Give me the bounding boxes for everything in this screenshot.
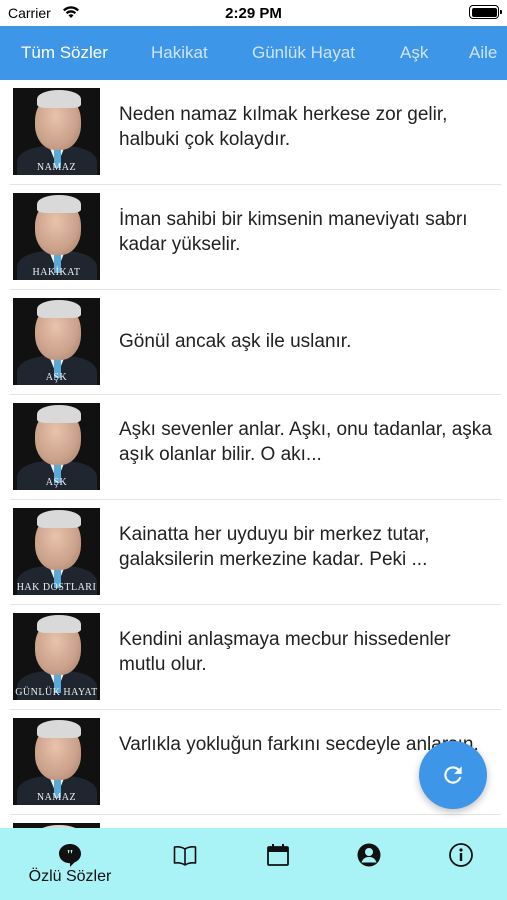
svg-text:": "	[66, 848, 74, 863]
quote-text: Neden namaz kılmak herkese zor gelir, ha…	[119, 104, 448, 150]
list-item[interactable]	[0, 815, 507, 828]
tabbar-item-book[interactable]	[134, 828, 235, 900]
tab-aile[interactable]: Aile	[469, 26, 497, 80]
list-item[interactable]: AŞK Gönül ancak aşk ile uslanır.	[0, 290, 507, 395]
thumbnail-caption: HAKİKAT	[32, 267, 81, 278]
bottom-tab-bar: " Özlü Sözler	[0, 828, 507, 900]
quote-text: İman sahibi bir kimsenin maneviyatı sabr…	[119, 209, 468, 255]
tabbar-item-calendar[interactable]	[227, 828, 328, 900]
info-icon	[448, 843, 473, 867]
tabbar-item-ozlu-sozler[interactable]: "	[19, 828, 120, 900]
quote-thumbnail: HAK DOSTLARI	[13, 508, 100, 595]
list-item[interactable]: HAK DOSTLARI Kainatta her uyduyu bir mer…	[0, 500, 507, 605]
quote-text: Kendini anlaşmaya mecbur hissedenler mut…	[119, 629, 451, 675]
calendar-icon	[266, 844, 289, 866]
tab-gunluk-hayat[interactable]: Günlük Hayat	[252, 26, 355, 80]
quote-thumbnail: HAKİKAT	[13, 193, 100, 280]
book-icon	[173, 846, 196, 866]
quote-text: Gönül ancak aşk ile uslanır.	[119, 331, 352, 352]
refresh-button[interactable]	[419, 741, 487, 809]
person-icon	[357, 843, 380, 867]
tab-hakikat[interactable]: Hakikat	[151, 26, 208, 80]
refresh-icon	[444, 766, 462, 784]
list-item[interactable]: NAMAZ Neden namaz kılmak herkese zor gel…	[0, 80, 507, 185]
list-item[interactable]: AŞK Aşkı sevenler anlar. Aşkı, onu tadan…	[0, 395, 507, 500]
quote-thumbnail: NAMAZ	[13, 88, 100, 175]
quote-bubble-icon: "	[58, 844, 81, 867]
thumbnail-caption: HAK DOSTLARI	[16, 582, 97, 593]
tabbar-label: Özlü Sözler	[28, 868, 112, 885]
thumbnail-caption: NAMAZ	[36, 162, 77, 173]
category-tabs: Tüm Sözler Hakikat Günlük Hayat Aşk Aile	[0, 26, 507, 80]
tab-ask[interactable]: Aşk	[400, 26, 428, 80]
thumbnail-caption: NAMAZ	[36, 792, 77, 803]
quote-text: Kainatta her uyduyu bir merkez tutar, ga…	[119, 524, 430, 570]
tabbar-item-info[interactable]	[410, 828, 507, 900]
quote-thumbnail: GÜNLÜK HAYAT	[13, 613, 100, 700]
quote-thumbnail: AŞK	[13, 403, 100, 490]
quote-list: NAMAZ Neden namaz kılmak herkese zor gel…	[0, 80, 507, 828]
status-bar: Carrier 2:29 PM	[0, 0, 507, 26]
quote-text: Aşkı sevenler anlar. Aşkı, onu tadanlar,…	[119, 419, 492, 465]
thumbnail-caption: GÜNLÜK HAYAT	[15, 687, 98, 698]
tabbar-item-profile[interactable]	[318, 828, 419, 900]
quote-thumbnail: AŞK	[13, 298, 100, 385]
status-time: 2:29 PM	[225, 5, 282, 22]
battery-icon	[469, 5, 502, 19]
list-item[interactable]: HAKİKAT İman sahibi bir kimsenin maneviy…	[0, 185, 507, 290]
list-item[interactable]: GÜNLÜK HAYAT Kendini anlaşmaya mecbur hi…	[0, 605, 507, 710]
quote-thumbnail: NAMAZ	[13, 718, 100, 805]
thumbnail-caption: AŞK	[45, 372, 68, 383]
tab-tum-sozler[interactable]: Tüm Sözler	[21, 26, 108, 80]
thumbnail-caption: AŞK	[45, 477, 68, 488]
